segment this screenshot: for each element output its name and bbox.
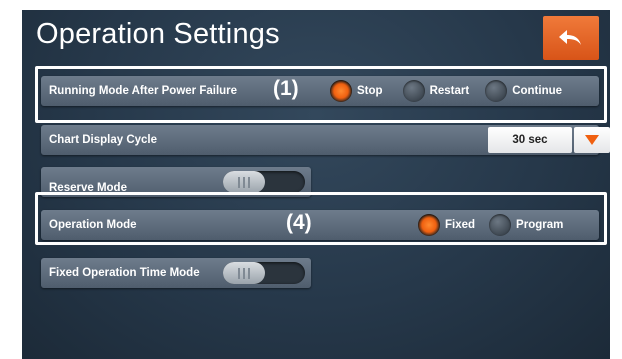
chart-cycle-select[interactable]: 30 sec: [488, 127, 572, 153]
radio-indicator: [402, 80, 425, 102]
radio-continue-label: Continue: [512, 85, 563, 97]
callout-4: (4): [286, 211, 312, 234]
power-failure-label: Running Mode After Power Failure: [49, 85, 238, 97]
radio-restart-label: Restart: [429, 85, 470, 97]
power-failure-row: Running Mode After Power Failure (1) Sto…: [41, 76, 599, 106]
radio-stop[interactable]: Stop: [330, 80, 383, 102]
back-button[interactable]: [543, 16, 599, 60]
radio-indicator: [489, 214, 512, 236]
back-arrow-icon: [559, 30, 581, 45]
reserve-mode-label: Reserve Mode: [49, 182, 127, 194]
operation-mode-row: Operation Mode (4) Fixed Program: [41, 210, 599, 240]
page-title: Operation Settings: [36, 18, 280, 50]
radio-restart[interactable]: Restart: [402, 80, 470, 102]
radio-program[interactable]: Program: [489, 214, 563, 236]
chart-display-label: Chart Display Cycle: [49, 134, 158, 146]
radio-indicator-selected: [330, 80, 352, 102]
triangle-down-icon: [585, 135, 599, 145]
callout-1: (1): [273, 77, 299, 100]
operation-mode-label: Operation Mode: [49, 219, 137, 231]
toggle-knob: [223, 262, 265, 284]
radio-stop-label: Stop: [357, 85, 383, 97]
radio-continue[interactable]: Continue: [485, 80, 562, 102]
fixed-time-mode-row: Fixed Operation Time Mode: [41, 258, 311, 288]
reserve-mode-row: Reserve Mode: [41, 167, 311, 197]
chart-cycle-dropdown-button[interactable]: [574, 127, 610, 153]
reserve-mode-toggle[interactable]: [223, 171, 305, 193]
radio-fixed-label: Fixed: [445, 219, 476, 231]
chart-display-row: Chart Display Cycle 30 sec: [41, 125, 610, 155]
power-failure-options: Stop Restart Continue: [330, 76, 574, 106]
radio-program-label: Program: [516, 219, 564, 231]
operation-mode-options: Fixed Program: [418, 210, 575, 240]
toggle-knob: [223, 171, 265, 193]
radio-indicator-selected: [418, 214, 440, 236]
device-screen: Operation Settings Running Mode After Po…: [22, 10, 610, 359]
radio-indicator: [485, 80, 508, 102]
radio-fixed[interactable]: Fixed: [418, 214, 475, 236]
fixed-time-mode-toggle[interactable]: [223, 262, 305, 284]
fixed-time-mode-label: Fixed Operation Time Mode: [49, 267, 200, 279]
